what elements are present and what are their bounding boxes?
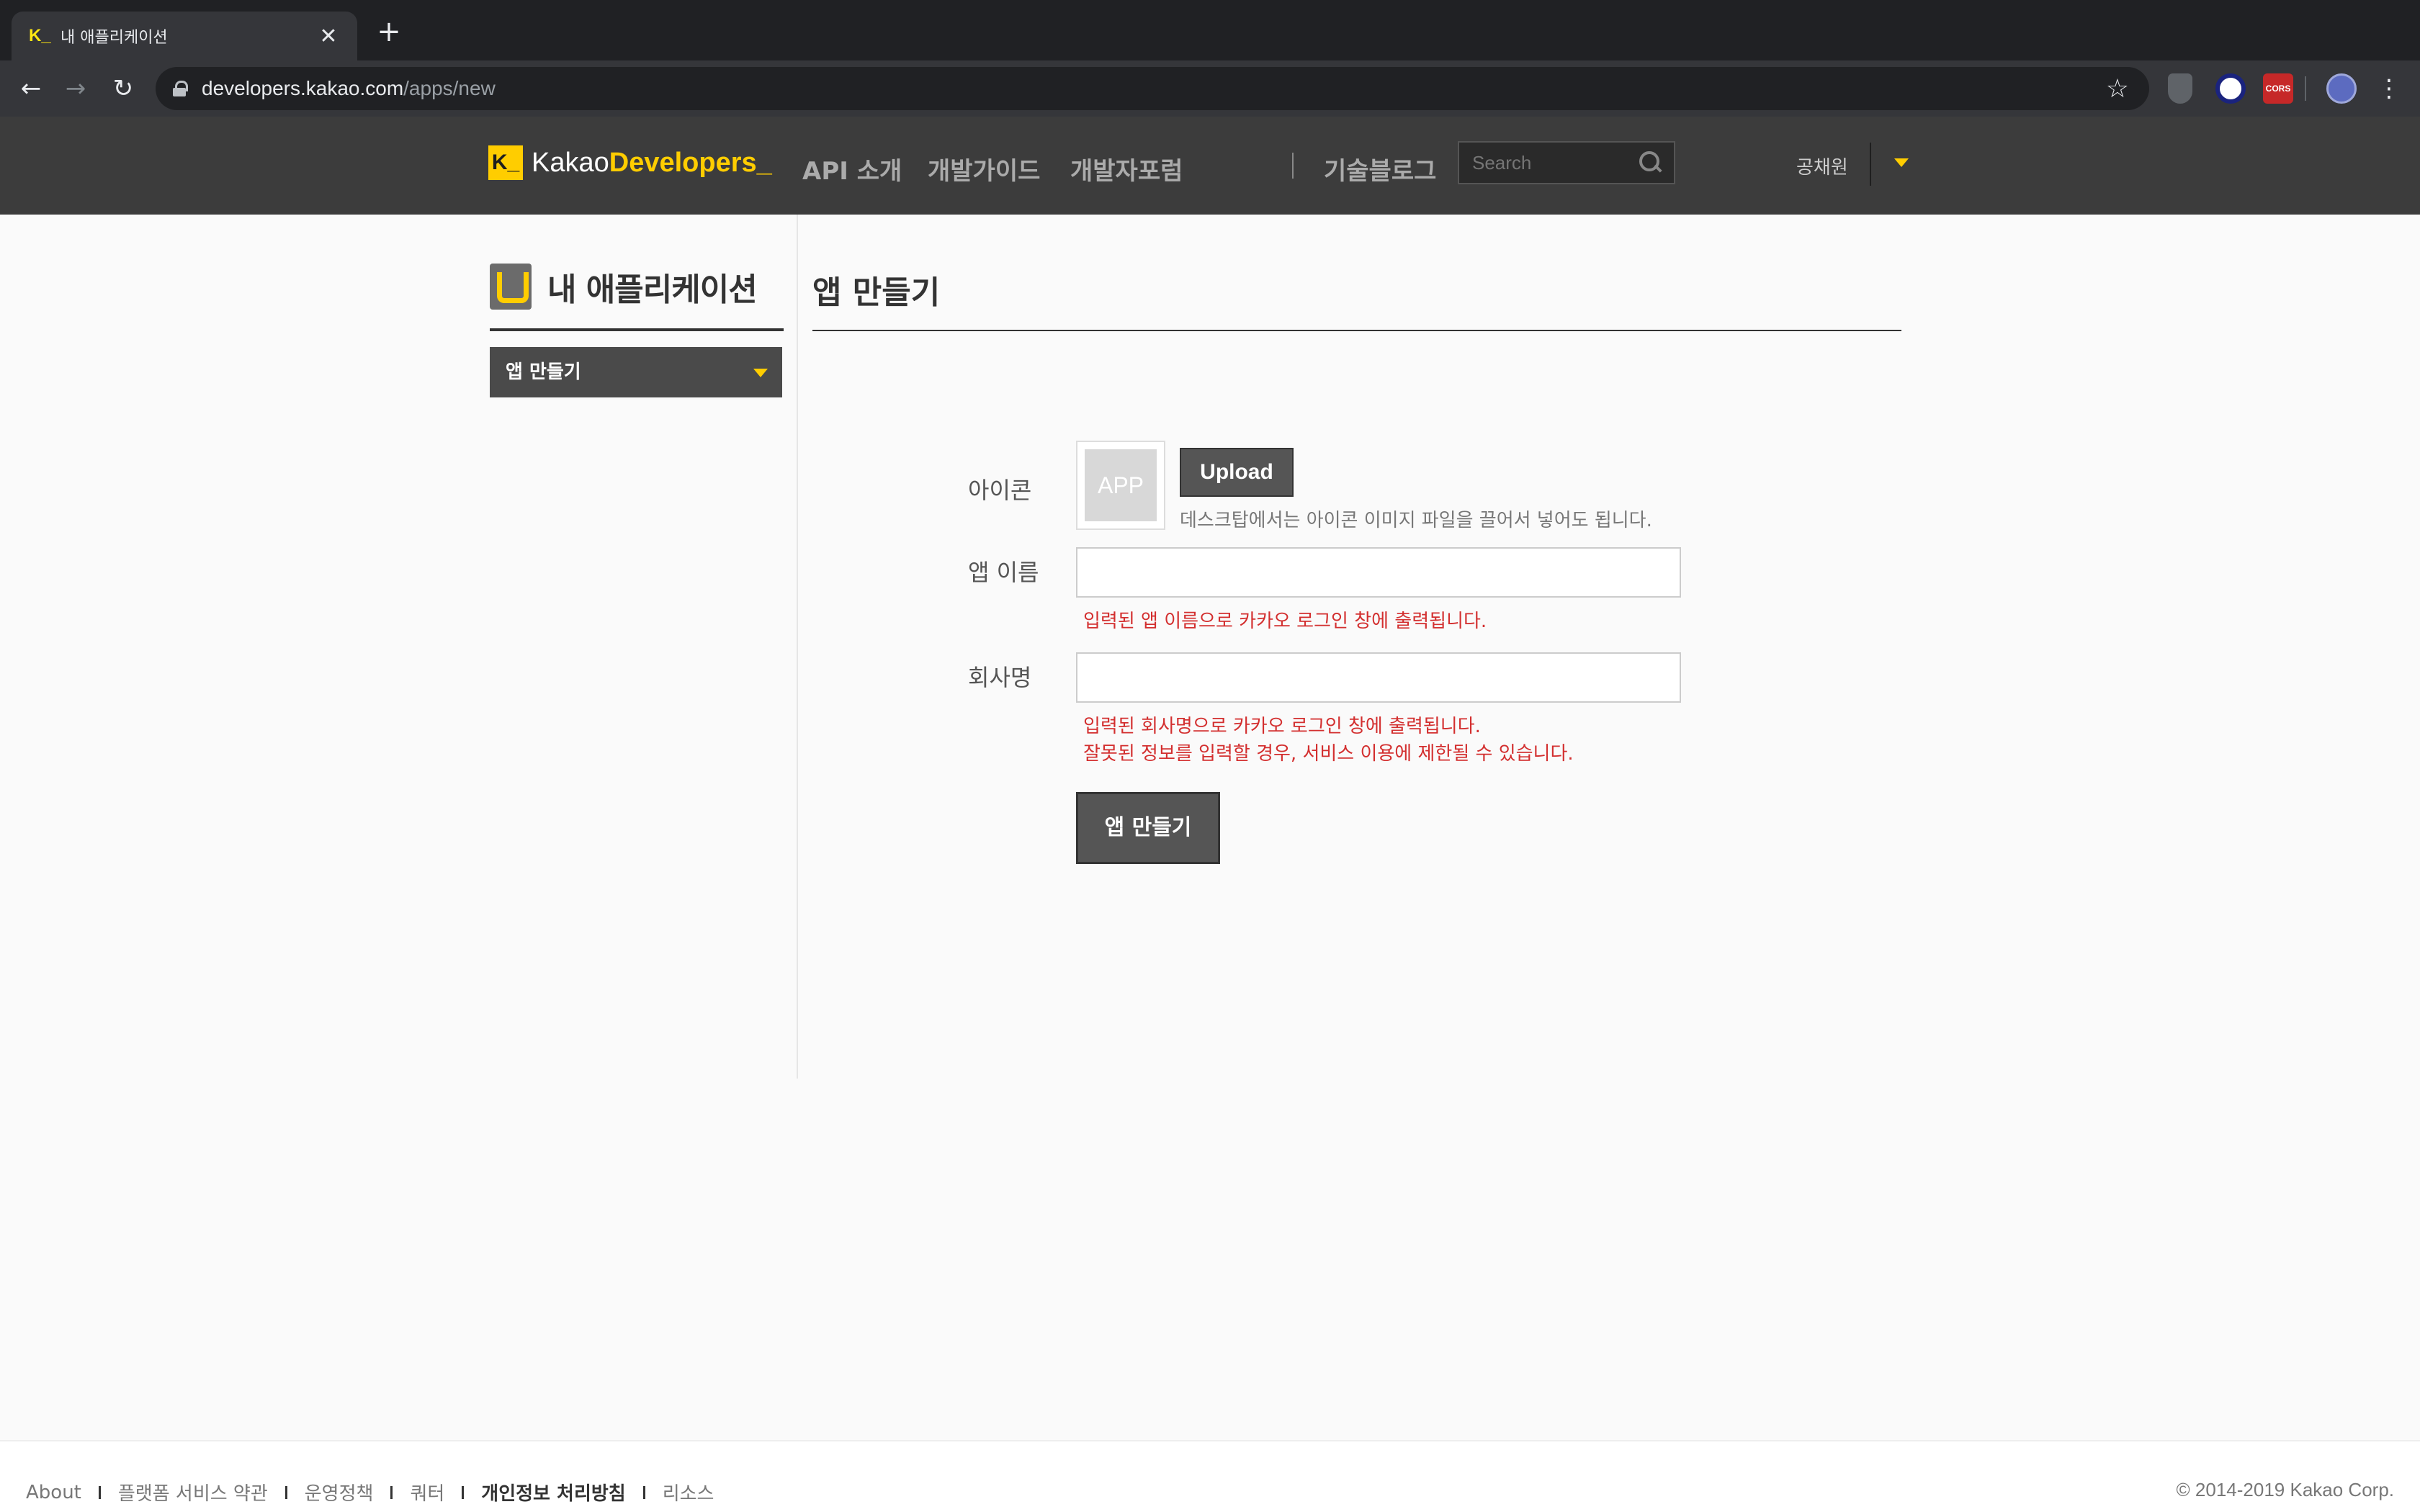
- browser-tab[interactable]: K_ 내 애플리케이션 ✕: [12, 12, 357, 60]
- url-path: /apps/new: [403, 77, 496, 99]
- app-select-dropdown[interactable]: 앱 만들기: [490, 347, 782, 397]
- extension-circle-icon[interactable]: [2215, 73, 2246, 104]
- nav-dev-guide[interactable]: 개발가이드: [928, 151, 1040, 186]
- address-bar[interactable]: developers.kakao.com/apps/new ☆: [156, 67, 2149, 110]
- footer: About 플랫폼 서비스 약관 운영정책 쿼터 개인정보 처리방침 리소스 ©…: [0, 1440, 2420, 1512]
- app-icon-preview[interactable]: APP: [1076, 441, 1165, 530]
- user-menu-caret-icon[interactable]: [1894, 158, 1909, 167]
- page-title: 앱 만들기: [812, 274, 941, 311]
- create-app-button[interactable]: 앱 만들기: [1076, 792, 1220, 864]
- footer-separator: [284, 1485, 287, 1499]
- kakao-k-icon: K_: [488, 145, 523, 180]
- profile-avatar-icon[interactable]: [2326, 73, 2357, 104]
- company-name-label: 회사명: [968, 664, 1032, 691]
- app-icon-placeholder: APP: [1085, 449, 1157, 521]
- footer-link-about[interactable]: About: [26, 1482, 81, 1503]
- sidebar-rule: [490, 328, 784, 331]
- logo-developers: Developers_: [609, 147, 772, 178]
- user-name[interactable]: 공채원: [1796, 153, 1848, 179]
- logo-kakao: Kakao: [532, 147, 609, 178]
- app-select-value: 앱 만들기: [506, 361, 581, 383]
- sidebar-divider: [797, 215, 798, 1079]
- kakao-developers-logo[interactable]: K_ KakaoDevelopers_: [488, 145, 772, 180]
- cors-extension-icon[interactable]: CORS: [2263, 73, 2293, 104]
- kakao-favicon-icon: K_: [29, 26, 51, 45]
- url-text[interactable]: developers.kakao.com/apps/new: [202, 77, 496, 100]
- footer-separator: [462, 1485, 465, 1499]
- bookmark-star-icon[interactable]: ☆: [2106, 74, 2129, 104]
- reload-icon[interactable]: ↻: [108, 73, 138, 104]
- footer-separator: [390, 1485, 393, 1499]
- company-name-error-2: 잘못된 정보를 입력할 경우, 서비스 이용에 제한될 수 있습니다.: [1083, 743, 1574, 765]
- company-name-error-1: 입력된 회사명으로 카카오 로그인 창에 출력됩니다.: [1083, 716, 1481, 737]
- logo-wordmark: KakaoDevelopers_: [532, 148, 772, 179]
- nav-api-intro[interactable]: API 소개: [802, 151, 902, 186]
- search-input[interactable]: [1459, 143, 1625, 183]
- upload-hint: 데스크탑에서는 아이콘 이미지 파일을 끌어서 넣어도 됩니다.: [1180, 510, 1652, 531]
- footer-link-terms[interactable]: 플랫폼 서비스 약관: [118, 1479, 268, 1506]
- icon-label: 아이콘: [968, 477, 1032, 504]
- user-divider: [1870, 143, 1871, 186]
- footer-separator: [642, 1485, 645, 1499]
- shield-extension-icon[interactable]: [2168, 73, 2192, 104]
- sidebar-title: 내 애플리케이션: [490, 264, 758, 310]
- footer-link-privacy[interactable]: 개인정보 처리방침: [481, 1479, 625, 1506]
- forward-arrow-icon[interactable]: →: [60, 73, 91, 104]
- close-tab-icon[interactable]: ✕: [317, 24, 340, 49]
- lock-icon[interactable]: [173, 81, 188, 96]
- footer-link-resources[interactable]: 리소스: [663, 1479, 714, 1506]
- upload-button[interactable]: Upload: [1180, 448, 1294, 497]
- search-box: [1458, 141, 1675, 184]
- footer-link-quota[interactable]: 쿼터: [410, 1479, 444, 1506]
- toolbar-divider: [2305, 76, 2306, 101]
- site-header: K_ KakaoDevelopers_ API 소개 개발가이드 개발자포럼 기…: [0, 117, 2420, 215]
- company-name-input[interactable]: [1076, 652, 1681, 703]
- page-title-rule: [812, 330, 1901, 331]
- sidebar-title-text: 내 애플리케이션: [547, 271, 758, 308]
- browser-toolbar: ← → ↻ developers.kakao.com/apps/new ☆ CO…: [0, 60, 2420, 117]
- app-name-input[interactable]: [1076, 547, 1681, 598]
- new-tab-icon[interactable]: +: [375, 17, 403, 46]
- footer-link-policy[interactable]: 운영정책: [305, 1479, 374, 1506]
- chevron-down-icon: [753, 369, 768, 377]
- browser-menu-icon[interactable]: ⋮: [2377, 71, 2401, 107]
- browser-tabstrip: K_ 내 애플리케이션 ✕ +: [0, 0, 2420, 60]
- tab-title: 내 애플리케이션: [60, 29, 168, 47]
- nav-tech-blog[interactable]: 기술블로그: [1324, 151, 1436, 186]
- footer-links: About 플랫폼 서비스 약관 운영정책 쿼터 개인정보 처리방침 리소스: [26, 1479, 714, 1506]
- search-icon[interactable]: [1639, 151, 1662, 174]
- url-host: developers.kakao.com: [202, 77, 404, 99]
- my-apps-icon: [490, 264, 532, 310]
- nav-divider: [1292, 153, 1294, 179]
- footer-separator: [98, 1485, 101, 1499]
- nav-dev-forum[interactable]: 개발자포럼: [1070, 151, 1183, 186]
- back-arrow-icon[interactable]: ←: [16, 73, 46, 104]
- app-name-error: 입력된 앱 이름으로 카카오 로그인 창에 출력됩니다.: [1083, 611, 1487, 632]
- copyright: © 2014-2019 Kakao Corp.: [2176, 1479, 2394, 1500]
- app-name-label: 앱 이름: [968, 559, 1039, 586]
